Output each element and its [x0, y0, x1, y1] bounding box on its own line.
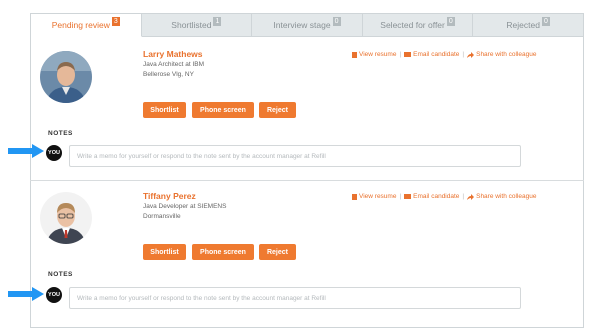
view-resume-link[interactable]: View resume: [352, 51, 396, 58]
tab-rejected[interactable]: Rejected 0: [473, 13, 584, 37]
tab-count-badge: 0: [446, 16, 455, 26]
person-photo-avatar-icon: [40, 192, 92, 244]
candidate-list-panel: [30, 36, 584, 328]
notes-label: NOTES: [48, 130, 73, 137]
action-separator: |: [462, 193, 465, 200]
candidate-avatar: [40, 192, 92, 244]
tab-label: Rejected: [506, 20, 540, 30]
tab-count-badge: 0: [332, 16, 341, 26]
memo-input[interactable]: [69, 287, 521, 309]
share-link[interactable]: Share with colleague: [467, 193, 536, 200]
candidate-name[interactable]: Tiffany Perez: [143, 191, 196, 201]
document-icon: [352, 51, 357, 58]
tab-label: Pending review: [51, 20, 110, 30]
candidate-divider: [30, 180, 584, 181]
reject-button[interactable]: Reject: [259, 244, 296, 260]
action-separator: |: [462, 51, 465, 58]
share-icon: [467, 193, 475, 200]
envelope-icon: [404, 194, 412, 199]
candidate-name[interactable]: Larry Mathews: [143, 49, 203, 59]
shortlist-button[interactable]: Shortlist: [143, 102, 186, 118]
action-separator: |: [399, 193, 402, 200]
candidate-location: Bellerose Vlg, NY: [143, 71, 194, 78]
envelope-icon: [404, 52, 412, 57]
you-avatar-badge: YOU: [46, 145, 62, 161]
arrow-right-icon: [8, 144, 44, 158]
notes-label: NOTES: [48, 271, 73, 278]
tab-interview-stage[interactable]: Interview stage 0: [252, 13, 363, 37]
view-resume-label: View resume: [359, 51, 397, 58]
memo-input[interactable]: [69, 145, 521, 167]
tab-label: Interview stage: [273, 20, 331, 30]
email-candidate-link[interactable]: Email candidate: [404, 51, 459, 58]
view-resume-label: View resume: [359, 193, 397, 200]
action-separator: |: [399, 51, 402, 58]
reject-button[interactable]: Reject: [259, 102, 296, 118]
tab-label: Selected for offer: [380, 20, 445, 30]
candidate-avatar: [40, 51, 92, 103]
candidate-title: Java Architect at IBM: [143, 61, 205, 68]
share-label: Share with colleague: [476, 51, 537, 58]
share-label: Share with colleague: [476, 193, 537, 200]
candidate-title: Java Developer at SIEMENS: [143, 203, 227, 210]
email-candidate-label: Email candidate: [413, 193, 460, 200]
share-icon: [467, 51, 475, 58]
phone-screen-button[interactable]: Phone screen: [192, 102, 254, 118]
candidate-actions: View resume | Email candidate | Share wi…: [352, 193, 536, 200]
view-resume-link[interactable]: View resume: [352, 193, 396, 200]
document-icon: [352, 193, 357, 200]
share-link[interactable]: Share with colleague: [467, 51, 536, 58]
you-avatar-badge: YOU: [46, 287, 62, 303]
person-photo-avatar-icon: [40, 51, 92, 103]
tab-shortlisted[interactable]: Shortlisted 1: [141, 13, 253, 37]
candidate-actions: View resume | Email candidate | Share wi…: [352, 51, 536, 58]
email-candidate-label: Email candidate: [413, 51, 460, 58]
tab-count-badge: 0: [541, 16, 550, 26]
email-candidate-link[interactable]: Email candidate: [404, 193, 459, 200]
candidate-location: Dormansville: [143, 213, 181, 220]
phone-screen-button[interactable]: Phone screen: [192, 244, 254, 260]
tab-count-badge: 1: [213, 16, 222, 26]
tab-pending-review[interactable]: Pending review 3: [30, 13, 142, 37]
tab-selected-for-offer[interactable]: Selected for offer 0: [362, 13, 474, 37]
status-tabs: Pending review 3 Shortlisted 1 Interview s…: [30, 13, 584, 37]
shortlist-button[interactable]: Shortlist: [143, 244, 186, 260]
tab-count-badge: 3: [111, 16, 120, 26]
tab-label: Shortlisted: [171, 20, 212, 30]
arrow-right-icon: [8, 287, 44, 301]
